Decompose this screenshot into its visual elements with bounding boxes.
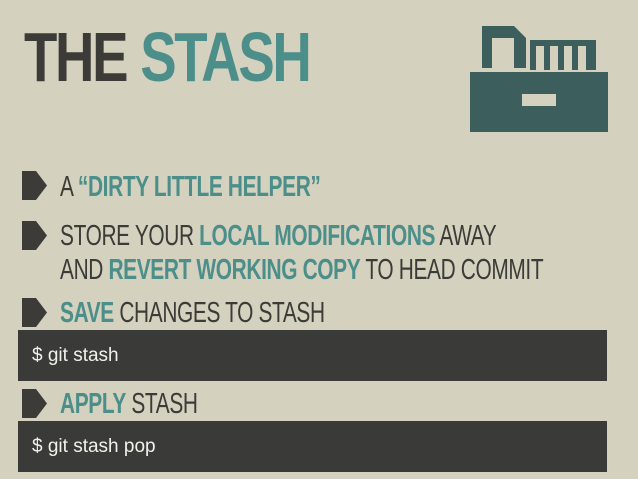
bullet-text: AND <box>60 254 109 286</box>
bullet-arrow-icon <box>22 389 47 418</box>
bullet-highlight: “DIRTY LITTLE HELPER” <box>77 171 321 203</box>
bullet-save-changes: SAVE CHANGES TO STASH <box>60 296 325 330</box>
bullet-text: AWAY <box>435 220 497 252</box>
bullet-highlight: SAVE <box>60 297 114 329</box>
bullet-text: CHANGES TO STASH <box>113 297 325 329</box>
title-word-stash: STASH <box>140 18 312 96</box>
bullet-text: STORE YOUR <box>60 220 200 252</box>
bullet-revert-working-copy: AND REVERT WORKING COPY TO HEAD COMMIT <box>60 253 544 287</box>
bullet-arrow-icon <box>22 298 47 327</box>
stash-box-icon <box>470 26 608 132</box>
bullet-highlight: REVERT WORKING COPY <box>108 254 361 286</box>
bullet-apply-stash: APPLY STASH <box>60 387 198 421</box>
slide-title: THE STASH <box>24 22 312 92</box>
title-word-the: THE <box>24 18 129 96</box>
bullet-text: STASH <box>125 388 198 420</box>
bullet-text: A <box>60 171 78 203</box>
bullet-highlight: LOCAL MODIFICATIONS <box>199 220 436 252</box>
bullet-highlight: APPLY <box>60 388 126 420</box>
bullet-text: TO HEAD COMMIT <box>360 254 544 286</box>
code-block-git-stash-pop: $ git stash pop <box>18 421 607 472</box>
bullet-store-modifications: STORE YOUR LOCAL MODIFICATIONS AWAY <box>60 219 497 253</box>
bullet-dirty-helper: A “DIRTY LITTLE HELPER” <box>60 170 321 204</box>
bullet-arrow-icon <box>22 171 47 200</box>
bullet-arrow-icon <box>22 221 47 250</box>
code-block-git-stash: $ git stash <box>18 330 607 381</box>
